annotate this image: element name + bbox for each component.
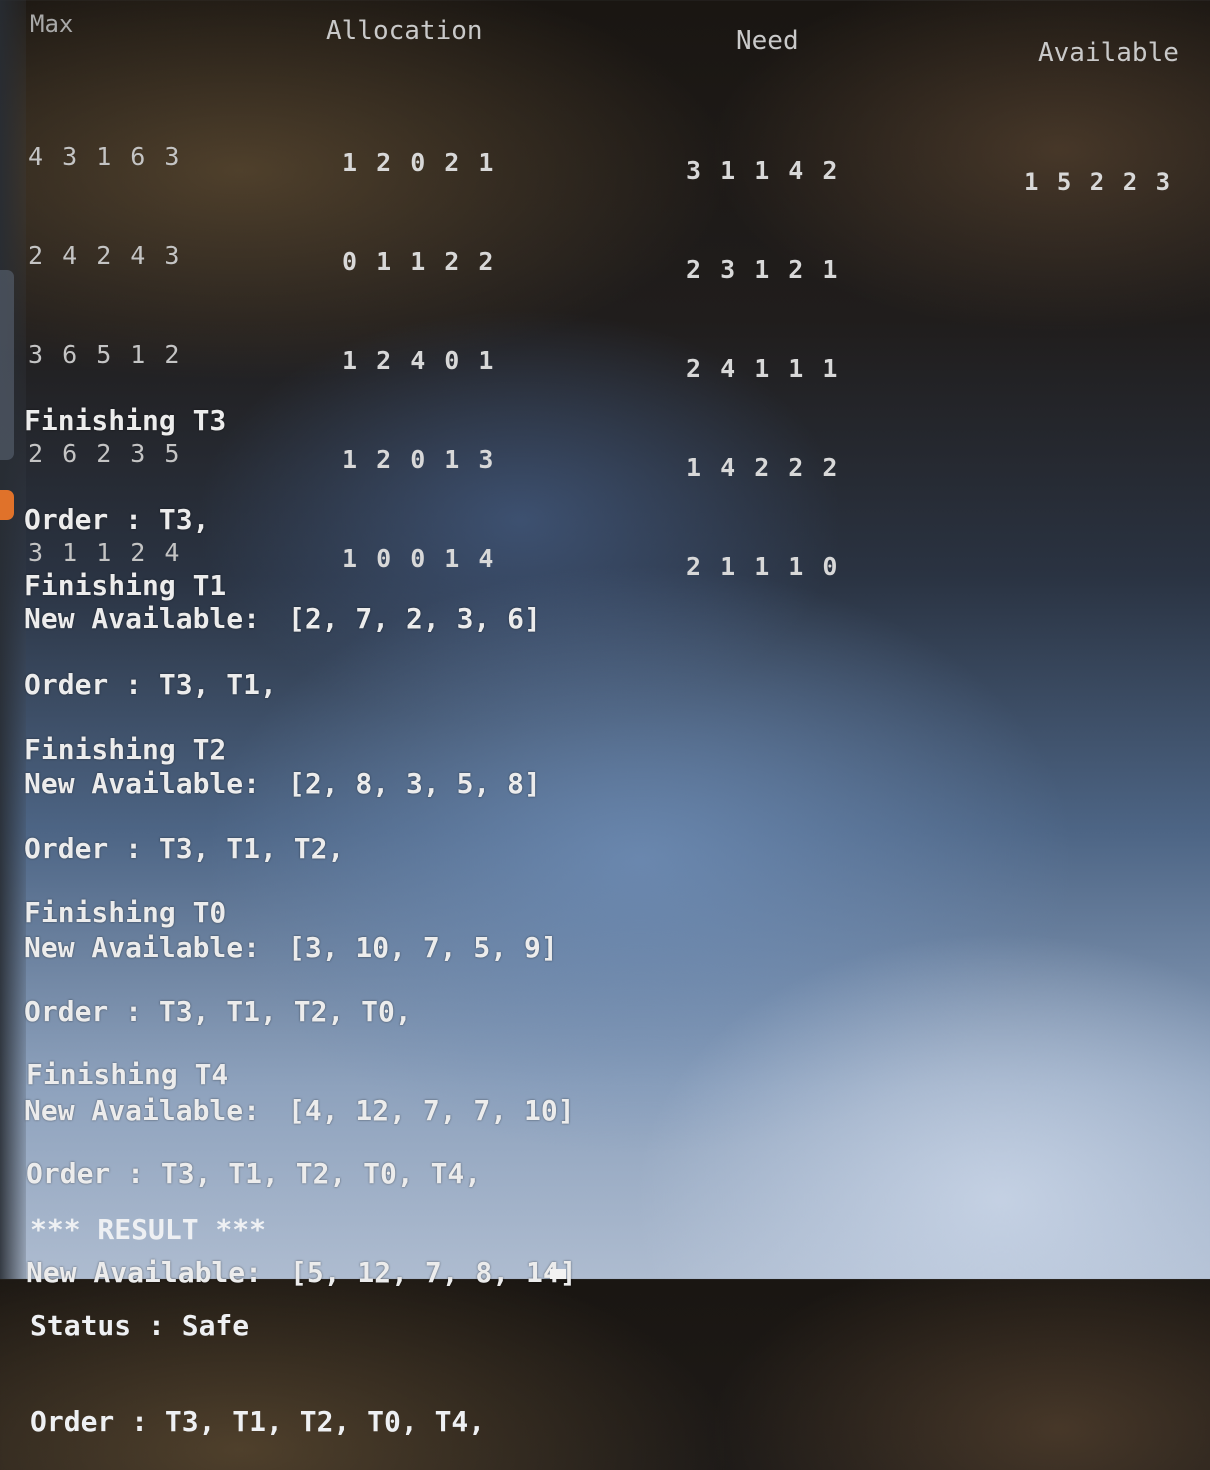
finishing-line: Finishing T4 (26, 1058, 229, 1091)
result-title: *** RESULT *** (30, 1213, 267, 1246)
available-matrix: 1 5 2 2 3 (1024, 100, 1172, 232)
need-row-1: 2 3 1 2 1 (686, 255, 840, 284)
need-header: Need (736, 26, 799, 56)
finishing-line: Finishing T1 (24, 569, 227, 602)
finishing-line: Finishing T0 (24, 896, 227, 929)
need-row-3: 1 4 2 2 2 (686, 453, 840, 482)
result-order: Order : T3, T1, T2, T0, T4, (30, 1405, 486, 1438)
left-edge-orange-marker (0, 490, 14, 520)
need-matrix: 3 1 1 4 2 2 3 1 2 1 2 4 1 1 1 1 4 2 2 2 … (686, 88, 839, 616)
finishing-line: Finishing T2 (24, 733, 227, 766)
need-row-4: 2 1 1 1 0 (686, 552, 840, 581)
max-header: Max (30, 10, 74, 38)
screen-left-edge (0, 0, 26, 1279)
max-row-0: 4 3 1 6 3 (28, 142, 182, 171)
max-row-1: 2 4 2 4 3 (28, 241, 182, 270)
left-edge-marker (0, 270, 14, 460)
allocation-row-1: 0 1 1 2 2 (342, 247, 496, 276)
finishing-line: Finishing T3 (24, 404, 227, 437)
need-row-0: 3 1 1 4 2 (686, 156, 840, 185)
available-header: Available (1038, 38, 1179, 68)
result-block: *** RESULT *** Status : Safe Order : T3,… (30, 1150, 485, 1470)
allocation-row-0: 1 2 0 2 1 (342, 148, 496, 177)
allocation-header: Allocation (326, 16, 483, 46)
terminal-cursor (550, 1269, 566, 1279)
available-row-0: 1 5 2 2 3 (1024, 168, 1173, 196)
result-status: Status : Safe (30, 1309, 250, 1342)
need-row-2: 2 4 1 1 1 (686, 354, 840, 383)
